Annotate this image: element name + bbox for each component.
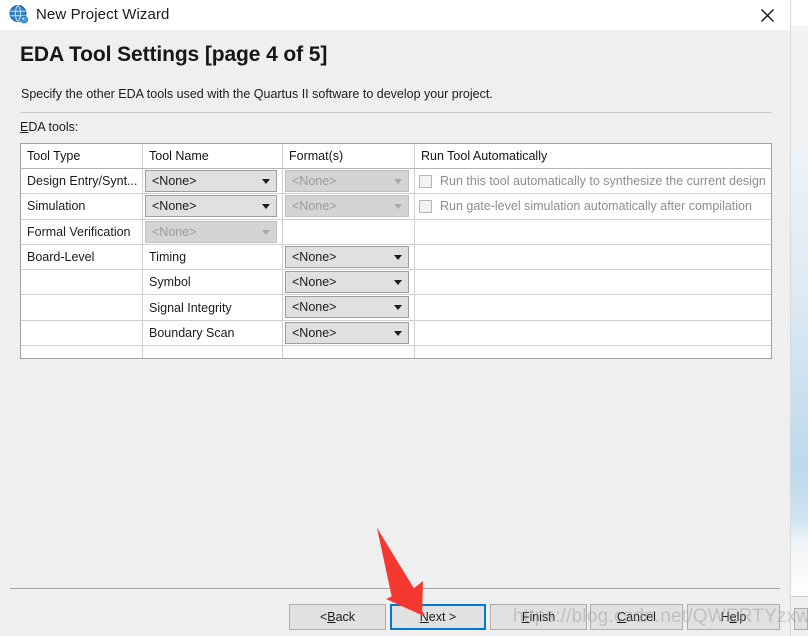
cell-formats xyxy=(283,219,415,244)
help-button-label-pre: H xyxy=(720,610,730,624)
finish-button-mnemonic: F xyxy=(521,610,530,624)
run-auto-checkbox-simulation[interactable] xyxy=(419,199,432,213)
table-header-row: Tool Type Tool Name Format(s) Run Tool A… xyxy=(21,144,771,169)
back-button[interactable]: < Back xyxy=(289,604,386,630)
run-auto-checkbox-design-entry[interactable] xyxy=(419,174,432,188)
tool-name-dropdown-value: <None> xyxy=(152,224,197,239)
chevron-down-icon xyxy=(394,254,402,260)
formats-dropdown-design-entry: <None> xyxy=(285,170,409,192)
table-row: Symbol <None> xyxy=(21,270,771,296)
formats-dropdown-value: <None> xyxy=(292,325,337,340)
cell-empty xyxy=(21,346,143,358)
page-description: Specify the other EDA tools used with th… xyxy=(21,87,493,101)
next-button-label-post: ext > xyxy=(428,610,457,624)
back-button-label-post: ack xyxy=(335,610,356,624)
cell-tool-name: Signal Integrity xyxy=(143,295,283,320)
formats-dropdown-board-level-symbol[interactable]: <None> xyxy=(285,271,409,294)
chevron-down-icon xyxy=(262,179,270,184)
help-button[interactable]: He lp xyxy=(687,604,780,630)
cell-empty xyxy=(283,346,415,358)
window-title: New Project Wizard xyxy=(36,6,170,23)
quartus-globe-icon xyxy=(8,4,30,26)
column-header-formats: Format(s) xyxy=(283,144,415,168)
cancel-button[interactable]: Cancel xyxy=(590,604,683,630)
cell-tool-type xyxy=(21,295,143,320)
eda-tools-label-rest: DA tools: xyxy=(28,120,79,134)
tool-name-dropdown-simulation[interactable]: <None> xyxy=(145,195,277,218)
header-divider xyxy=(20,112,772,113)
column-header-run-auto: Run Tool Automatically xyxy=(421,149,548,163)
formats-dropdown-board-level-signal-integrity[interactable]: <None> xyxy=(285,296,409,319)
cell-tool-name: Timing xyxy=(143,244,283,270)
cell-tool-type: Design Entry/Synt... xyxy=(21,169,143,194)
cell-tool-name: Boundary Scan xyxy=(143,320,283,346)
formats-dropdown-value: <None> xyxy=(292,249,337,264)
background-window-button[interactable] xyxy=(794,608,808,630)
chevron-down-icon xyxy=(394,179,402,184)
tool-name-dropdown-design-entry[interactable]: <None> xyxy=(145,170,277,192)
finish-button[interactable]: Finish xyxy=(490,604,587,630)
run-auto-checkbox-label-simulation: Run gate-level simulation automatically … xyxy=(440,199,752,214)
next-button-mnemonic: N xyxy=(419,610,429,624)
run-auto-checkbox-label-design-entry: Run this tool automatically to synthesiz… xyxy=(440,174,766,189)
table-row: Board-Level Timing <None> xyxy=(21,244,771,271)
chevron-down-icon xyxy=(262,204,270,210)
cell-run-auto xyxy=(415,270,771,294)
cell-empty xyxy=(143,346,283,358)
cell-tool-type: Simulation xyxy=(21,194,143,219)
cell-run-auto xyxy=(415,295,771,319)
cell-tool-name: Symbol xyxy=(143,270,283,295)
help-button-label-post: lp xyxy=(736,610,747,624)
next-button[interactable]: Next > xyxy=(390,604,486,630)
help-button-mnemonic: e xyxy=(729,610,737,624)
column-header-tool-name: Tool Name xyxy=(143,144,283,168)
formats-dropdown-value: <None> xyxy=(292,275,337,290)
formats-dropdown-board-level-timing[interactable]: <None> xyxy=(285,245,409,268)
table-empty-area xyxy=(21,346,771,358)
back-button-label-pre: < xyxy=(319,610,328,624)
close-icon[interactable] xyxy=(744,0,790,30)
tool-name-dropdown-value: <None> xyxy=(152,199,197,214)
table-row: Formal Verification <None> xyxy=(21,219,771,245)
run-auto-checkbox-row-simulation[interactable]: Run gate-level simulation automatically … xyxy=(419,194,752,218)
table-row: Signal Integrity <None> xyxy=(21,295,771,321)
cancel-button-mnemonic: C xyxy=(617,610,627,624)
column-header-tool-type: Tool Type xyxy=(21,144,143,168)
chevron-down-icon xyxy=(394,305,402,311)
cell-tool-type xyxy=(21,320,143,346)
footer-divider xyxy=(10,588,780,589)
new-project-wizard-dialog: New Project Wizard EDA Tool Settings [pa… xyxy=(0,0,790,636)
formats-dropdown-value: <None> xyxy=(292,300,337,315)
page-title: EDA Tool Settings [page 4 of 5] xyxy=(20,43,328,66)
cell-tool-type xyxy=(21,270,143,295)
title-bar[interactable]: New Project Wizard xyxy=(0,0,790,30)
tool-name-dropdown-value: <None> xyxy=(152,174,197,188)
finish-button-label-post: inish xyxy=(529,610,556,624)
table-row: Boundary Scan <None> xyxy=(21,320,771,347)
eda-tools-label: EDA tools: xyxy=(20,120,78,134)
chevron-down-icon xyxy=(394,204,402,210)
cancel-button-label-post: ancel xyxy=(626,610,656,624)
cell-run-auto xyxy=(415,220,771,244)
cell-tool-type: Formal Verification xyxy=(21,219,143,244)
formats-dropdown-simulation: <None> xyxy=(285,195,409,218)
chevron-down-icon xyxy=(262,229,270,235)
formats-dropdown-value: <None> xyxy=(292,174,337,188)
table-row: Simulation <None> <None> Run gate-level … xyxy=(21,194,771,220)
cell-tool-type: Board-Level xyxy=(21,244,143,270)
back-button-mnemonic: B xyxy=(327,610,336,624)
tool-name-dropdown-formal-verification: <None> xyxy=(145,220,277,243)
formats-dropdown-board-level-boundary-scan[interactable]: <None> xyxy=(285,321,409,344)
run-auto-checkbox-row-design-entry[interactable]: Run this tool automatically to synthesiz… xyxy=(419,169,766,193)
formats-dropdown-value: <None> xyxy=(292,199,337,214)
cell-run-auto xyxy=(415,321,771,345)
background-window[interactable] xyxy=(790,0,808,636)
cell-run-auto xyxy=(415,245,771,269)
chevron-down-icon xyxy=(394,280,402,286)
eda-tools-table[interactable]: Tool Type Tool Name Format(s) Run Tool A… xyxy=(20,143,772,359)
table-row: Design Entry/Synt... <None> <None> Run t… xyxy=(21,169,771,195)
chevron-down-icon xyxy=(394,330,402,336)
